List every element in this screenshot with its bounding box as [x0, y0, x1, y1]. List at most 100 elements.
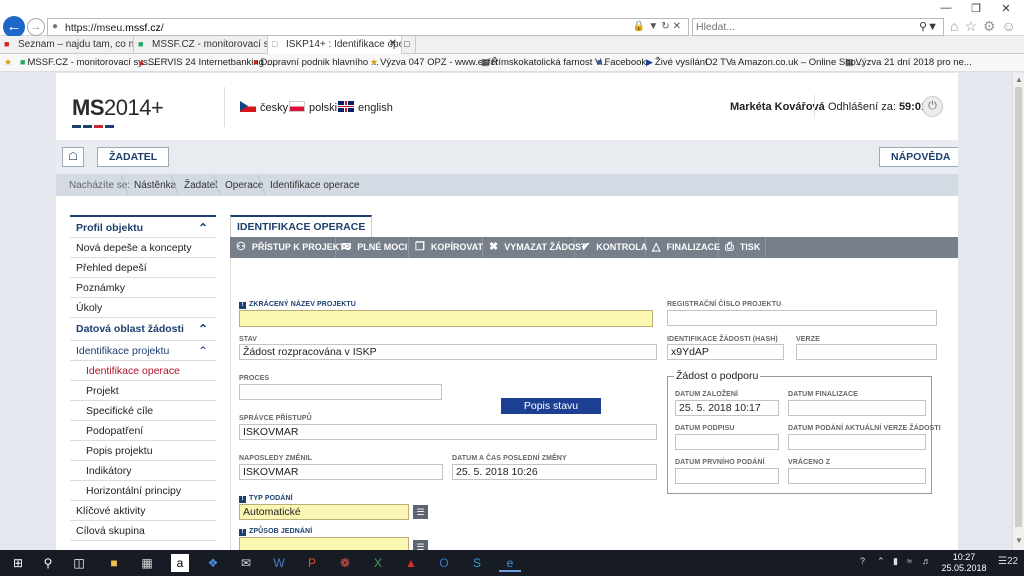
maximize-icon[interactable]: ❐: [961, 2, 991, 15]
zkraceny-nazev-input[interactable]: [239, 310, 653, 327]
tab-identifikace-operace[interactable]: IDENTIFIKACE OPERACE: [230, 215, 373, 237]
sidebar-sub-item[interactable]: Projekt: [70, 381, 216, 401]
fav-item[interactable]: ▦ Římskokatolická farnost V...: [481, 57, 608, 68]
search-input[interactable]: [696, 20, 916, 34]
windows-start-icon[interactable]: ⊞: [7, 554, 29, 572]
network-icon[interactable]: ≈: [907, 556, 912, 566]
sidebar-item[interactable]: Nová depeše a koncepty: [70, 238, 216, 258]
internet-explorer-icon[interactable]: e: [499, 554, 521, 572]
url-tools[interactable]: 🔒▼↻✕: [633, 21, 684, 32]
notifications-icon[interactable]: ☰22: [998, 556, 1018, 567]
minimize-icon[interactable]: —: [931, 2, 961, 14]
typ-podani-select[interactable]: Automatické: [239, 504, 409, 520]
task-view-icon[interactable]: ◫: [68, 554, 90, 572]
sidebar-sub-item[interactable]: Podopatření: [70, 421, 216, 441]
dropbox-icon[interactable]: ❖: [202, 554, 224, 572]
help-button[interactable]: NÁPOVĚDA: [879, 147, 958, 167]
sidebar-identifikace-projektu[interactable]: Identifikace projektu ⌃: [70, 341, 216, 361]
pdf-icon[interactable]: ▲: [400, 554, 422, 572]
sidebar-sub-item-current[interactable]: Identifikace operace: [70, 361, 216, 381]
store-icon[interactable]: ▦: [136, 554, 158, 572]
copy-button[interactable]: ❐ KOPÍROVAT: [409, 237, 483, 258]
sidebar-item[interactable]: Klíčové aktivity: [70, 501, 216, 521]
battery-icon[interactable]: ▮: [893, 556, 898, 567]
back-arrow-icon[interactable]: ←: [3, 16, 25, 38]
page-scrollbar[interactable]: ▲ ▼: [1012, 73, 1024, 551]
sidebar-sub-item[interactable]: Specifické cíle: [70, 401, 216, 421]
label-datum-podani-aktualni: DATUM PODÁNÍ AKTUÁLNÍ VERZE ŽÁDOSTI: [788, 425, 941, 432]
fav-item[interactable]: O2 TV: [705, 57, 732, 68]
scrollbar-thumb[interactable]: [1015, 87, 1022, 527]
popis-stavu-button[interactable]: Popis stavu: [501, 398, 601, 414]
clock[interactable]: 10:27 25.05.2018: [940, 552, 988, 574]
sidebar-item[interactable]: Úkoly: [70, 298, 216, 318]
print-button[interactable]: ⎙ TISK: [719, 237, 766, 258]
check-button[interactable]: ✔ KONTROLA: [575, 237, 647, 258]
search-icon[interactable]: ⚲: [37, 554, 59, 572]
sidebar-item[interactable]: Přehled depeší: [70, 258, 216, 278]
sidebar-datova-oblast[interactable]: Datová oblast žádosti ⌃: [70, 318, 216, 341]
finalize-button[interactable]: △ FINALIZACE: [646, 237, 720, 258]
user-name[interactable]: Markéta Kovářová: [730, 101, 825, 113]
file-explorer-icon[interactable]: ■: [103, 554, 125, 572]
fav-item[interactable]: ▦ Výzva 21 dní 2018 pro ne...: [845, 57, 972, 68]
logo-bars: [72, 119, 116, 131]
tab-mssf[interactable]: ■MSSF.CZ - monitorovací syste...: [134, 36, 268, 54]
datum-podpisu-field: [675, 434, 779, 450]
ms2014-logo[interactable]: MS2014+: [72, 95, 164, 121]
fav-item[interactable]: ★ Výzva 047 OPZ - www.esfcr: [370, 57, 498, 68]
url-field[interactable]: ● https://mseu.mssf.cz/ 🔒▼↻✕: [47, 18, 689, 36]
app-icon[interactable]: ❁: [334, 554, 356, 572]
sidebar-item[interactable]: Cílová skupina: [70, 521, 216, 541]
breadcrumb-item[interactable]: Nástěnka: [134, 180, 176, 191]
zadatel-button[interactable]: ŽADATEL: [97, 147, 170, 167]
fav-item[interactable]: ■ Facebook: [597, 57, 646, 68]
list-icon[interactable]: ☰: [413, 505, 428, 519]
browser-search[interactable]: ⚲▼: [692, 18, 944, 36]
tab-iskp[interactable]: □ ISKP14+ : Identifikace oper ✕: [268, 36, 402, 54]
sidebar-sub-item[interactable]: Popis projektu: [70, 441, 216, 461]
fav-item[interactable]: ■ MSSF.CZ - monitorovací sys...: [20, 57, 156, 68]
skype-icon[interactable]: S: [466, 554, 488, 572]
registracni-cislo-field: [667, 310, 937, 326]
scroll-up-icon[interactable]: ▲: [1015, 75, 1023, 84]
excel-icon[interactable]: X: [367, 554, 389, 572]
word-icon[interactable]: W: [268, 554, 290, 572]
sidebar-sub-item[interactable]: Horizontální principy: [70, 481, 216, 501]
breadcrumb-item[interactable]: Operace: [225, 180, 263, 191]
mail-icon[interactable]: ✉: [235, 554, 257, 572]
close-tab-icon[interactable]: ✕: [389, 38, 397, 49]
breadcrumb-item[interactable]: Žadatel: [184, 180, 217, 191]
powerpoint-icon[interactable]: P: [301, 554, 323, 572]
lang-czech[interactable]: česky: [240, 101, 288, 114]
amazon-icon[interactable]: a: [171, 554, 189, 572]
power-icon[interactable]: ⏻: [922, 96, 943, 117]
favorites-star-icon[interactable]: ★: [4, 57, 14, 68]
fav-item[interactable]: a Amazon.co.uk – Online Sho...: [731, 57, 864, 68]
required-icon: !: [239, 529, 246, 536]
home-icon[interactable]: ☖: [62, 147, 84, 167]
volume-icon[interactable]: ♬: [922, 556, 931, 566]
scroll-down-icon[interactable]: ▼: [1015, 536, 1023, 545]
sidebar-profil-objektu[interactable]: Profil objektu ⌃: [70, 215, 216, 238]
fav-item[interactable]: ● Dopravní podnik hlavního ...: [253, 57, 379, 68]
browser-toolbar-icons[interactable]: ⌂☆⚙☺: [950, 18, 1022, 35]
help-tray-icon[interactable]: ?: [860, 556, 865, 566]
delete-application-button[interactable]: ✖ VYMAZAT ŽÁDOST: [483, 237, 587, 258]
new-tab-button[interactable]: □: [402, 36, 416, 54]
lang-english[interactable]: english: [338, 101, 393, 114]
search-icon[interactable]: ⚲▼: [919, 20, 938, 33]
outlook-icon[interactable]: O: [433, 554, 455, 572]
forward-arrow-icon[interactable]: →: [27, 18, 45, 36]
lang-polish[interactable]: polski: [289, 101, 337, 114]
tab-seznam[interactable]: ■Seznam – najdu tam, co neznám: [0, 36, 134, 54]
access-project-button[interactable]: ⚇ PŘÍSTUP K PROJEKTU: [230, 237, 351, 258]
zpusob-jednani-select[interactable]: [239, 537, 409, 551]
label-zkraceny-nazev: ! ZKRÁCENÝ NÁZEV PROJEKTU: [239, 301, 356, 309]
close-window-icon[interactable]: ✕: [991, 2, 1021, 15]
sidebar-item[interactable]: Poznámky: [70, 278, 216, 298]
show-hidden-icons[interactable]: ⌃: [877, 556, 885, 567]
plne-moci-button[interactable]: ✉ PLNÉ MOCI: [336, 237, 409, 258]
fav-item[interactable]: ▶ Živé vysílání: [646, 57, 708, 68]
sidebar-sub-item[interactable]: Indikátory: [70, 461, 216, 481]
